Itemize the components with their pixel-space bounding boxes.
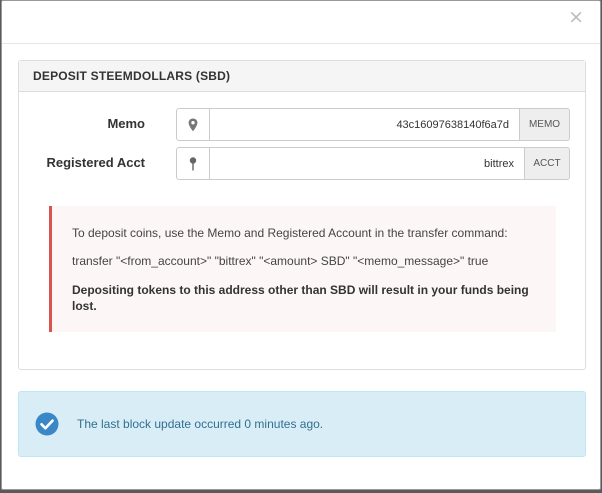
memo-input-group: MEMO <box>176 108 570 141</box>
panel-title: DEPOSIT STEEMDOLLARS (SBD) <box>19 61 585 92</box>
account-addon: ACCT <box>524 147 570 180</box>
account-field[interactable] <box>210 147 524 180</box>
modal-header: × <box>2 1 600 44</box>
account-label: Registered Acct <box>46 155 146 170</box>
memo-field[interactable] <box>210 108 519 141</box>
deposit-panel: DEPOSIT STEEMDOLLARS (SBD) Memo MEMO Reg… <box>18 60 586 370</box>
memo-addon: MEMO <box>519 108 570 141</box>
account-row: Registered Acct ACCT <box>19 147 585 180</box>
map-marker-icon <box>176 108 210 141</box>
status-message: The last block update occurred 0 minutes… <box>77 417 324 431</box>
block-status-alert: The last block update occurred 0 minutes… <box>18 391 586 457</box>
danger-text: Depositing tokens to this address other … <box>72 283 529 313</box>
memo-row: Memo MEMO <box>19 108 585 141</box>
close-button[interactable]: × <box>568 8 584 27</box>
deposit-warning: To deposit coins, use the Memo and Regis… <box>49 206 556 332</box>
account-input-group: ACCT <box>176 147 570 180</box>
transfer-command: transfer "<from_account>" "bittrex" "<am… <box>72 254 489 268</box>
check-circle-icon <box>35 412 59 436</box>
deposit-instructions: To deposit coins, use the Memo and Regis… <box>72 226 508 240</box>
deposit-modal: × DEPOSIT STEEMDOLLARS (SBD) Memo MEMO R… <box>1 0 601 490</box>
memo-label: Memo <box>107 116 145 131</box>
pushpin-icon <box>176 147 210 180</box>
